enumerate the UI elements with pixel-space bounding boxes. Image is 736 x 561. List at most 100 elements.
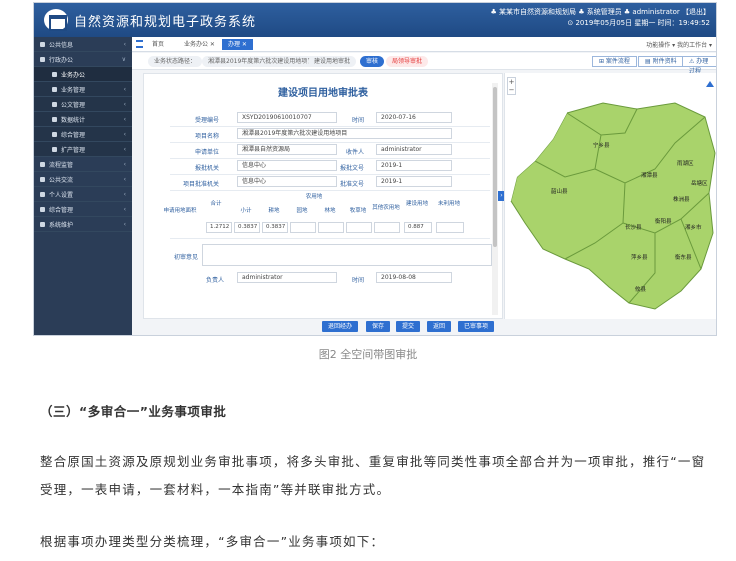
chevron-icon: ‹ — [123, 85, 126, 93]
col-pasture: 牧草地 — [349, 208, 367, 214]
sidebar-item-docs[interactable]: 公文管理 ‹ — [34, 97, 132, 112]
sidebar-item-personal[interactable]: 个人设置 ‹ — [34, 187, 132, 202]
return-to-handler-button[interactable]: 退回经办 — [322, 321, 359, 332]
sidebar-item-business-office[interactable]: 业务办公 — [34, 67, 132, 82]
info-icon — [40, 41, 45, 47]
workflow-icon — [40, 161, 45, 167]
article-paragraph: 整合原国土资源及原规划业务审批事项，将多头审批、重复审批等同类性事项全部合并为一… — [40, 454, 706, 497]
tab-business-office[interactable]: 业务办公 ✕ — [178, 39, 221, 50]
sidebar-item-label: 综合管理 — [61, 131, 86, 139]
zoom-out-button[interactable]: − — [508, 86, 515, 94]
report-doc-label: 报批文号 — [339, 165, 364, 172]
map-label: 雨湖区 — [677, 159, 694, 167]
land-value-cell[interactable] — [374, 222, 400, 233]
grid-icon — [40, 206, 45, 212]
date-field[interactable]: 2019-08-08 — [376, 272, 452, 283]
document-icon — [52, 101, 57, 107]
sidebar-item-label: 行政办公 — [49, 56, 74, 64]
project-field[interactable]: 湘潭县2019年度第六批次建设用地项目 — [237, 128, 452, 139]
accept-no-field[interactable]: XSYD20190610010707 — [237, 112, 337, 123]
owner-field[interactable]: administrator — [237, 272, 337, 283]
approve-doc-field[interactable]: 2019-1 — [376, 176, 452, 187]
screenshot-frame: 自然资源和规划电子政务系统 ♣ 某某市自然资源和规划局 ♣ 系统管理员 ♣ ad… — [33, 2, 717, 336]
col-cultivated: 耕地 — [268, 208, 280, 214]
sidebar: 公共信息 ‹ 行政办公 ∨ 业务办公 业务管理 ‹ 公文管理 ‹ 数据统计 ‹ 综合管理 ‹… — [34, 37, 132, 335]
col-unused: 未利用地 — [437, 201, 460, 207]
sidebar-item-label: 公文管理 — [61, 101, 86, 109]
sidebar-item-label: 扩产管理 — [61, 146, 86, 154]
approve-org-field[interactable]: 信息中心 — [237, 176, 337, 187]
sidebar-item-business-mgmt[interactable]: 业务管理 ‹ — [34, 82, 132, 97]
reviewed-items-button[interactable]: 已审事项 — [458, 321, 495, 332]
status-path-approval[interactable]: 建设用地审批 — [308, 56, 357, 67]
user-icon — [40, 191, 45, 197]
process-history-button[interactable]: ⚠ 办理过程 — [682, 56, 716, 75]
recipient-field[interactable]: administrator — [376, 144, 452, 155]
map-label: 湘乡市 — [685, 223, 702, 231]
tab-bar-actions[interactable]: 功能操作 ▾ 我的工作台 ▾ — [646, 40, 712, 49]
opinion-textarea[interactable] — [202, 244, 492, 266]
compass-icon[interactable] — [706, 81, 714, 87]
land-value-cell[interactable] — [290, 222, 316, 233]
region-map[interactable]: 宁乡县 韶山县 湘潭县 雨湖区 岳塘区 株洲县 长沙县 衡阳县 湘乡市 萍乡县 … — [505, 73, 717, 319]
col-forest: 林地 — [324, 208, 336, 214]
land-value-cell[interactable]: 0.3837 — [234, 222, 260, 233]
sidebar-item-admin-office[interactable]: 行政办公 ∨ — [34, 52, 132, 67]
map-panel[interactable]: 宁乡县 韶山县 湘潭县 雨湖区 岳塘区 株洲县 长沙县 衡阳县 湘乡市 萍乡县 … — [504, 73, 717, 319]
tab-home[interactable]: 首页 — [146, 39, 170, 50]
map-label: 攸县 — [635, 285, 647, 293]
applicant-label: 申请单位 — [194, 149, 219, 156]
document-icon — [52, 116, 57, 122]
sidebar-item-integrated[interactable]: 综合管理 ‹ — [34, 202, 132, 217]
attachments-button[interactable]: ▤ 附件资料 — [638, 56, 684, 67]
land-value-cell[interactable] — [436, 222, 464, 233]
sidebar-item-workflow[interactable]: 流程监管 ‹ — [34, 157, 132, 172]
back-button[interactable]: 返回 — [427, 321, 452, 332]
chevron-icon: ‹ — [123, 220, 126, 228]
zoom-in-button[interactable]: + — [508, 78, 515, 86]
col-subtotal: 小计 — [240, 208, 252, 214]
case-flow-button[interactable]: ⊞ 案件流程 — [592, 56, 637, 67]
chevron-icon: ‹ — [123, 145, 126, 153]
sidebar-item-label: 流程监管 — [49, 161, 74, 169]
tab-process[interactable]: 办理 ✕ — [222, 39, 253, 50]
sidebar-item-label: 业务管理 — [61, 86, 86, 94]
land-value-cell[interactable] — [318, 222, 344, 233]
user-info: ♣ 某某市自然资源和规划局 ♣ 系统管理员 ♣ administrator 【退… — [490, 7, 710, 29]
figure-caption: 图2 全空间带图审批 — [318, 348, 418, 361]
scrollbar-thumb[interactable] — [493, 87, 497, 247]
report-doc-field[interactable]: 2019-1 — [376, 160, 452, 171]
land-value-cell[interactable] — [346, 222, 372, 233]
map-label: 韶山县 — [551, 187, 568, 195]
accept-no-label: 受理编号 — [194, 117, 219, 124]
user-status-line[interactable]: ♣ 某某市自然资源和规划局 ♣ 系统管理员 ♣ administrator 【退… — [490, 7, 710, 18]
chevron-icon: ‹ — [123, 205, 126, 213]
sidebar-item-expansion[interactable]: 扩产管理 ‹ — [34, 142, 132, 157]
save-button[interactable]: 保存 — [366, 321, 391, 332]
time-field[interactable]: 2020-07-16 — [376, 112, 452, 123]
status-path-label: 业务状态路径： — [148, 56, 203, 67]
map-label: 衡东县 — [675, 253, 692, 261]
sidebar-item-general[interactable]: 综合管理 ‹ — [34, 127, 132, 142]
menu-toggle-icon[interactable] — [136, 40, 143, 48]
approve-org-label: 项目批准机关 — [182, 181, 219, 188]
land-total-cell[interactable]: 1.2712 — [206, 222, 232, 233]
sidebar-item-system[interactable]: 系统维护 ‹ — [34, 217, 132, 232]
sidebar-item-public-info[interactable]: 公共信息 ‹ — [34, 37, 132, 52]
sidebar-item-communication[interactable]: 公共交流 ‹ — [34, 172, 132, 187]
submit-button[interactable]: 提交 — [396, 321, 421, 332]
land-value-cell[interactable]: 0.887 — [404, 222, 432, 233]
report-org-label: 报批机关 — [194, 165, 219, 172]
chevron-icon: ‹ — [123, 160, 126, 168]
status-path-review[interactable]: 审核 — [360, 56, 385, 67]
report-org-field[interactable]: 信息中心 — [237, 160, 337, 171]
sidebar-item-label: 综合管理 — [49, 206, 74, 214]
col-other-farm: 其他农用地 — [372, 205, 400, 211]
applicant-field[interactable]: 湘潭县自然资源局 — [237, 144, 337, 155]
status-path-leader[interactable]: 局领导审批 — [386, 56, 429, 67]
land-value-cell[interactable]: 0.3837 — [262, 222, 288, 233]
sidebar-item-stats[interactable]: 数据统计 ‹ — [34, 112, 132, 127]
chevron-down-icon: ∨ — [121, 55, 126, 63]
status-path-project[interactable]: 湘潭县2019年度第六批次建设用地项目 — [202, 56, 320, 67]
map-label: 衡阳县 — [655, 217, 672, 225]
